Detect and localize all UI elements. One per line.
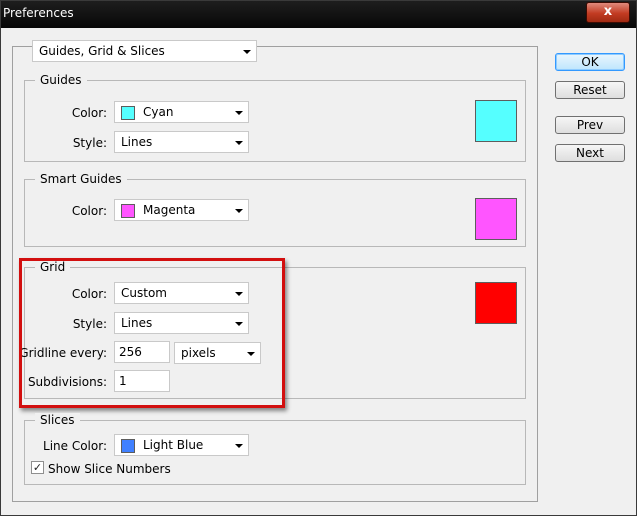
prev-button[interactable]: Prev — [555, 116, 625, 134]
chevron-down-icon — [235, 209, 243, 213]
gridline-every-label: Gridline every: — [19, 346, 107, 360]
gridline-every-value: 256 — [119, 345, 142, 359]
window-title: Preferences — [3, 6, 74, 20]
grid-style-value: Lines — [121, 316, 153, 330]
slices-line-color-label: Line Color: — [43, 439, 107, 453]
next-button[interactable]: Next — [555, 144, 625, 162]
close-button[interactable]: x — [586, 2, 630, 23]
close-icon: x — [603, 4, 613, 19]
slices-line-color-select[interactable]: Light Blue — [114, 434, 249, 456]
subdivisions-value: 1 — [119, 374, 127, 388]
guides-color-preview[interactable] — [475, 100, 517, 142]
smart-guides-legend: Smart Guides — [35, 172, 127, 186]
guides-style-select[interactable]: Lines — [114, 131, 249, 153]
preferences-dialog: Preferences x Guides, Grid & Slices Guid… — [0, 0, 637, 516]
grid-color-value: Custom — [121, 286, 167, 300]
chevron-down-icon — [235, 111, 243, 115]
grid-color-preview[interactable] — [475, 282, 517, 324]
grid-color-select[interactable]: Custom — [114, 282, 249, 304]
smart-guides-color-preview[interactable] — [475, 198, 517, 240]
smart-guides-color-select[interactable]: Magenta — [114, 199, 249, 221]
gridline-unit-select[interactable]: pixels — [174, 342, 261, 364]
check-icon: ✓ — [32, 461, 43, 474]
chevron-down-icon — [235, 292, 243, 296]
chevron-down-icon — [243, 50, 251, 54]
cyan-swatch-icon — [121, 106, 135, 120]
chevron-down-icon — [247, 352, 255, 356]
light-blue-swatch-icon — [121, 439, 135, 453]
title-bar: Preferences x — [1, 1, 636, 28]
grid-color-label: Color: — [71, 287, 107, 301]
dialog-content: Guides, Grid & Slices Guides Color: Cyan… — [1, 28, 636, 515]
chevron-down-icon — [235, 322, 243, 326]
grid-legend: Grid — [35, 260, 71, 274]
guides-color-value: Cyan — [143, 105, 174, 119]
subdivisions-input[interactable]: 1 — [114, 370, 170, 392]
gridline-every-input[interactable]: 256 — [114, 341, 170, 363]
guides-style-label: Style: — [72, 136, 107, 150]
guides-color-label: Color: — [71, 106, 107, 120]
smart-guides-color-label: Color: — [71, 204, 107, 218]
magenta-swatch-icon — [121, 204, 135, 218]
grid-style-select[interactable]: Lines — [114, 312, 249, 334]
slices-legend: Slices — [35, 413, 80, 427]
subdivisions-label: Subdivisions: — [27, 375, 107, 389]
show-slice-numbers-checkbox[interactable]: ✓ — [31, 461, 44, 474]
smart-guides-color-value: Magenta — [143, 203, 196, 217]
ok-button[interactable]: OK — [555, 53, 625, 71]
grid-style-label: Style: — [72, 317, 107, 331]
chevron-down-icon — [235, 444, 243, 448]
category-select-value: Guides, Grid & Slices — [39, 44, 165, 58]
reset-button[interactable]: Reset — [555, 81, 625, 99]
show-slice-numbers-label[interactable]: Show Slice Numbers — [48, 462, 171, 476]
gridline-unit-value: pixels — [181, 346, 216, 360]
chevron-down-icon — [235, 141, 243, 145]
guides-color-select[interactable]: Cyan — [114, 101, 249, 123]
guides-style-value: Lines — [121, 135, 153, 149]
slices-line-color-value: Light Blue — [143, 438, 204, 452]
category-select[interactable]: Guides, Grid & Slices — [32, 40, 257, 62]
guides-legend: Guides — [35, 73, 87, 87]
